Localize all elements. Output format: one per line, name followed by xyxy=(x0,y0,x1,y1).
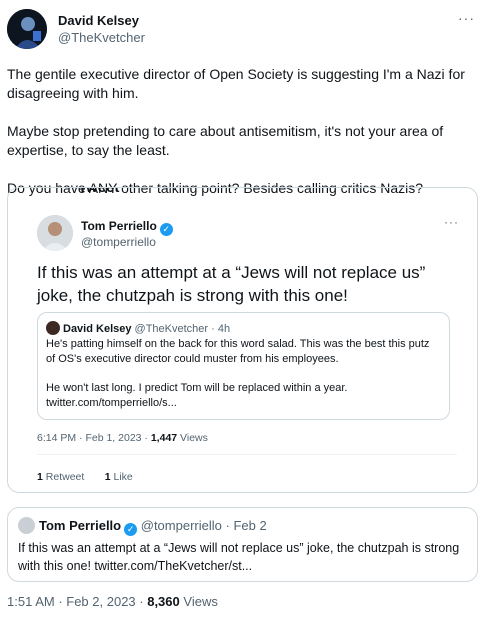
screenshot-quote-avatar xyxy=(46,321,60,335)
screenshot-quote-author-name: David Kelsey xyxy=(63,323,132,335)
author-avatar[interactable] xyxy=(7,9,47,49)
quoted-tweet-author-name: Tom Perriello xyxy=(39,518,122,533)
separator-dot: · xyxy=(221,518,234,533)
screenshot-quote-author-handle: @TheKvetcher xyxy=(134,323,209,335)
screenshot-quote-age: 4h xyxy=(217,323,231,335)
separator-dot: · xyxy=(208,323,218,335)
quoted-tweet-date: Feb 2 xyxy=(233,518,267,533)
divider xyxy=(37,454,457,455)
author-name[interactable]: David Kelsey xyxy=(58,13,139,28)
screenshot-date: Feb 1, 2023 xyxy=(85,432,142,444)
attached-screenshot[interactable]: Tweet Tom Perriello ✓ @tomperriello ··· I… xyxy=(7,187,478,493)
screenshot-author-name-text: Tom Perriello xyxy=(81,219,157,233)
more-horizontal-icon: ··· xyxy=(444,215,459,229)
screenshot-retweets-label: Retweet xyxy=(45,471,85,483)
quoted-tweet-header: Tom Perriello ✓ @tomperriello · Feb 2 xyxy=(18,517,267,536)
tweet-paragraph: Maybe stop pretending to care about anti… xyxy=(7,123,444,158)
quoted-tweet-text: If this was an attempt at a “Jews will n… xyxy=(18,541,460,573)
screenshot-tweet-text: If this was an attempt at a “Jews will n… xyxy=(37,263,426,305)
screenshot-quote-paragraph: He won't last long. I predict Tom will b… xyxy=(46,382,348,409)
quoted-tweet-avatar xyxy=(18,517,35,534)
screenshot-likes-count: 1 xyxy=(104,471,111,483)
views-count: 8,360 xyxy=(147,594,180,609)
more-horizontal-icon[interactable]: ··· xyxy=(458,10,475,26)
tweet-paragraph: The gentile executive director of Open S… xyxy=(7,66,465,101)
separator-dot: · xyxy=(54,594,67,609)
screenshot-quote-card: David Kelsey @TheKvetcher · 4h He's patt… xyxy=(37,312,450,420)
views-label: Views xyxy=(183,594,218,609)
tweet-meta: 1:51 AM · Feb 2, 2023 · 8,360 Views xyxy=(7,594,218,609)
separator-dot: · xyxy=(141,432,151,444)
tweet-time[interactable]: 1:51 AM xyxy=(7,594,55,609)
screenshot-engagement-stats: 1 Retweet 1 Like xyxy=(37,471,133,483)
quoted-tweet[interactable]: Tom Perriello ✓ @tomperriello · Feb 2 If … xyxy=(7,507,478,582)
verified-badge-icon: ✓ xyxy=(124,523,138,536)
screenshot-author-name: Tom Perriello ✓ xyxy=(81,219,173,236)
avatar-image xyxy=(37,215,73,251)
screenshot-tweet-meta: 6:14 PM · Feb 1, 2023 · 1,447 Views xyxy=(37,432,208,444)
verified-badge-icon: ✓ xyxy=(159,223,173,236)
avatar-image xyxy=(7,9,47,49)
screenshot-quote-header: David Kelsey @TheKvetcher · 4h xyxy=(46,321,230,335)
tweet-date[interactable]: Feb 2, 2023 xyxy=(66,594,135,609)
screenshot-views-count: 1,447 xyxy=(150,432,178,444)
screenshot-likes-label: Like xyxy=(113,471,133,483)
screenshot-cutoff-text: Tweet xyxy=(78,187,120,196)
screenshot-author-avatar xyxy=(37,215,73,251)
quoted-tweet-author-handle: @tomperriello xyxy=(140,518,222,533)
screenshot-quote-paragraph: He's patting himself on the back for thi… xyxy=(46,338,430,365)
screenshot-retweets-count: 1 xyxy=(37,471,43,483)
separator-dot: · xyxy=(135,594,148,609)
author-handle[interactable]: @TheKvetcher xyxy=(58,30,145,45)
screenshot-views-label: Views xyxy=(180,432,208,444)
screenshot-time: 6:14 PM xyxy=(37,432,77,444)
screenshot-quote-text: He's patting himself on the back for thi… xyxy=(46,337,441,411)
screenshot-author-handle: @tomperriello xyxy=(81,235,156,249)
